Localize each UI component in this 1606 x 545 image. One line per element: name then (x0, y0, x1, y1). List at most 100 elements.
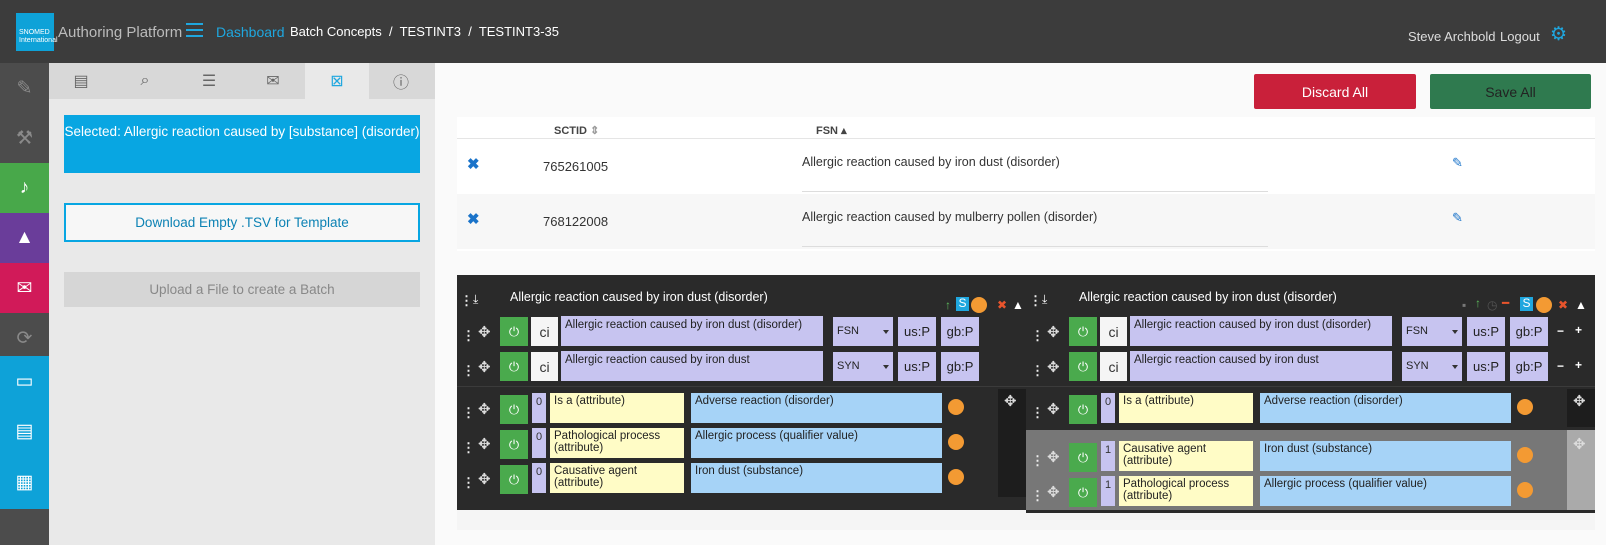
power-icon[interactable]: ⏻ (500, 395, 528, 424)
remove-description-icon[interactable]: − (1557, 360, 1564, 372)
discard-all-button[interactable]: Discard All (1254, 74, 1416, 109)
download-template-button[interactable]: Download Empty .TSV for Template (64, 203, 420, 242)
move-icon[interactable]: ✥ (478, 358, 491, 376)
save-icon[interactable]: ▪ (1462, 299, 1466, 311)
grid-icon[interactable]: ▦ (0, 456, 49, 509)
us-acceptability[interactable]: us:P (1467, 352, 1505, 381)
move-icon[interactable]: ✥ (1047, 323, 1060, 341)
description-type-select[interactable]: FSN (833, 317, 893, 346)
collapse-icon[interactable]: ▲ (1012, 299, 1024, 311)
drag-grip-icon[interactable]: ⋮ (1031, 329, 1044, 342)
attribute-type[interactable]: Causative agent (attribute) (1119, 441, 1253, 471)
upload-batch-button[interactable]: Upload a File to create a Batch (64, 272, 420, 307)
attribute-type[interactable]: Causative agent (attribute) (550, 463, 684, 493)
tab-info-icon[interactable]: ⓘ (369, 63, 433, 99)
gb-acceptability[interactable]: gb:P (941, 352, 979, 381)
drag-grip-icon[interactable]: ⋮ (462, 476, 475, 489)
description-type-select[interactable]: FSN (1402, 317, 1462, 346)
drag-grip-icon[interactable]: ⋮ (462, 441, 475, 454)
group-number[interactable]: 0 (532, 428, 546, 458)
edit-icon[interactable]: ✎ (1452, 155, 1463, 171)
remove-description-icon[interactable]: − (1557, 325, 1564, 337)
attribute-value[interactable]: Adverse reaction (disorder) (691, 393, 942, 423)
status-dot[interactable] (1517, 482, 1533, 498)
case-significance[interactable]: ci (531, 352, 558, 381)
move-icon[interactable]: ✥ (1047, 448, 1060, 466)
group-number[interactable]: 0 (1101, 393, 1115, 423)
description-term[interactable]: Allergic reaction caused by iron dust (561, 351, 823, 381)
move-icon[interactable]: ✥ (478, 323, 491, 341)
group-number[interactable]: 1 (1101, 441, 1115, 471)
remove-icon[interactable]: ✖ (467, 210, 480, 228)
gb-acceptability[interactable]: gb:P (941, 317, 979, 346)
drag-grip-icon[interactable]: ⋮ (462, 329, 475, 342)
breadcrumb[interactable]: Batch Concepts / TESTINT3 / TESTINT3-35 (290, 24, 559, 39)
case-significance[interactable]: ci (531, 317, 558, 346)
attribute-type[interactable]: Is a (attribute) (550, 393, 684, 423)
drag-grip-icon[interactable]: ⋮ (462, 406, 475, 419)
drag-grip-icon[interactable]: ⋮ (1029, 294, 1042, 307)
tab-batch-excel-icon[interactable]: ⊠ (305, 63, 369, 99)
minus-icon[interactable]: ━ (1502, 297, 1509, 309)
group-number[interactable]: 1 (1101, 476, 1115, 506)
promote-icon[interactable]: ↑ (1475, 297, 1481, 309)
case-significance[interactable]: ci (1100, 317, 1127, 346)
sctid-header[interactable]: SCTID ⇕ (554, 124, 599, 137)
add-description-icon[interactable]: + (1575, 324, 1582, 336)
close-icon[interactable]: ✖ (997, 299, 1007, 311)
drag-grip-icon[interactable]: ⋮ (460, 294, 473, 307)
promote-icon[interactable]: ↑ (945, 299, 951, 311)
tab-search-icon[interactable]: ⌕ (113, 63, 177, 99)
move-icon[interactable]: ✥ (1047, 358, 1060, 376)
us-acceptability[interactable]: us:P (898, 317, 936, 346)
description-type-select[interactable]: SYN (833, 352, 893, 381)
move-icon[interactable]: ✥ (1047, 400, 1060, 418)
drag-grip-icon[interactable]: ⋮ (1031, 454, 1044, 467)
history-icon[interactable]: ◷ (1487, 299, 1497, 311)
logout-link[interactable]: Logout (1500, 29, 1540, 44)
attribute-value[interactable]: Iron dust (substance) (1260, 441, 1511, 471)
wand-icon[interactable]: ⚒ (0, 113, 49, 163)
move-icon[interactable]: ✥ (478, 470, 491, 488)
collapse-icon[interactable]: ▲ (1575, 299, 1587, 311)
drag-grip-icon[interactable]: ⋮ (462, 364, 475, 377)
save-concept-icon[interactable]: S (1520, 297, 1533, 311)
attribute-value[interactable]: Adverse reaction (disorder) (1260, 393, 1511, 423)
attribute-type[interactable]: Pathological process (attribute) (550, 428, 684, 458)
power-icon[interactable]: ⏻ (500, 352, 528, 381)
description-term[interactable]: Allergic reaction caused by iron dust (1130, 351, 1392, 381)
description-term[interactable]: Allergic reaction caused by iron dust (d… (1130, 316, 1392, 346)
status-dot[interactable] (948, 469, 964, 485)
tab-messages-icon[interactable]: ✉ (241, 63, 305, 99)
snomed-logo[interactable]: SNOMED International (16, 13, 58, 51)
drag-grip-icon[interactable]: ⋮ (1031, 489, 1044, 502)
dashboard-link[interactable]: Dashboard (216, 24, 285, 40)
drag-grip-icon[interactable]: ⋮ (1031, 406, 1044, 419)
status-dot[interactable] (1517, 399, 1533, 415)
power-icon[interactable]: ⏻ (1069, 478, 1097, 507)
remove-icon[interactable]: ✖ (467, 155, 480, 173)
edit-icon[interactable]: ✎ (0, 63, 49, 113)
attribute-value[interactable]: Iron dust (substance) (691, 463, 942, 493)
drag-grip-icon[interactable]: ⋮ (1031, 364, 1044, 377)
fsn-header[interactable]: FSN ▴ (816, 124, 847, 137)
move-icon[interactable]: ✥ (478, 435, 491, 453)
power-icon[interactable]: ⏻ (500, 317, 528, 346)
menu-icon[interactable] (1536, 297, 1552, 313)
group-number[interactable]: 0 (532, 463, 546, 493)
description-term[interactable]: Allergic reaction caused by iron dust (d… (561, 316, 823, 346)
attribute-value[interactable]: Allergic process (qualifier value) (691, 428, 942, 458)
move-icon[interactable]: ✥ (1047, 483, 1060, 501)
gear-icon[interactable]: ⚙ (1550, 25, 1567, 44)
save-all-button[interactable]: Save All (1430, 74, 1591, 109)
case-significance[interactable]: ci (1100, 352, 1127, 381)
group-move-icon[interactable]: ✥ (1573, 392, 1586, 410)
pin-icon[interactable]: ⤓ (473, 293, 478, 305)
tab-saved-list-icon[interactable]: ▤ (49, 63, 113, 99)
gb-acceptability[interactable]: gb:P (1510, 317, 1548, 346)
power-icon[interactable]: ⏻ (500, 465, 528, 494)
mail-icon[interactable]: ✉ (0, 263, 49, 313)
attribute-type[interactable]: Pathological process (attribute) (1119, 476, 1253, 506)
bell-icon[interactable]: ♪ (0, 163, 49, 213)
tab-list-icon[interactable]: ☰ (177, 63, 241, 99)
